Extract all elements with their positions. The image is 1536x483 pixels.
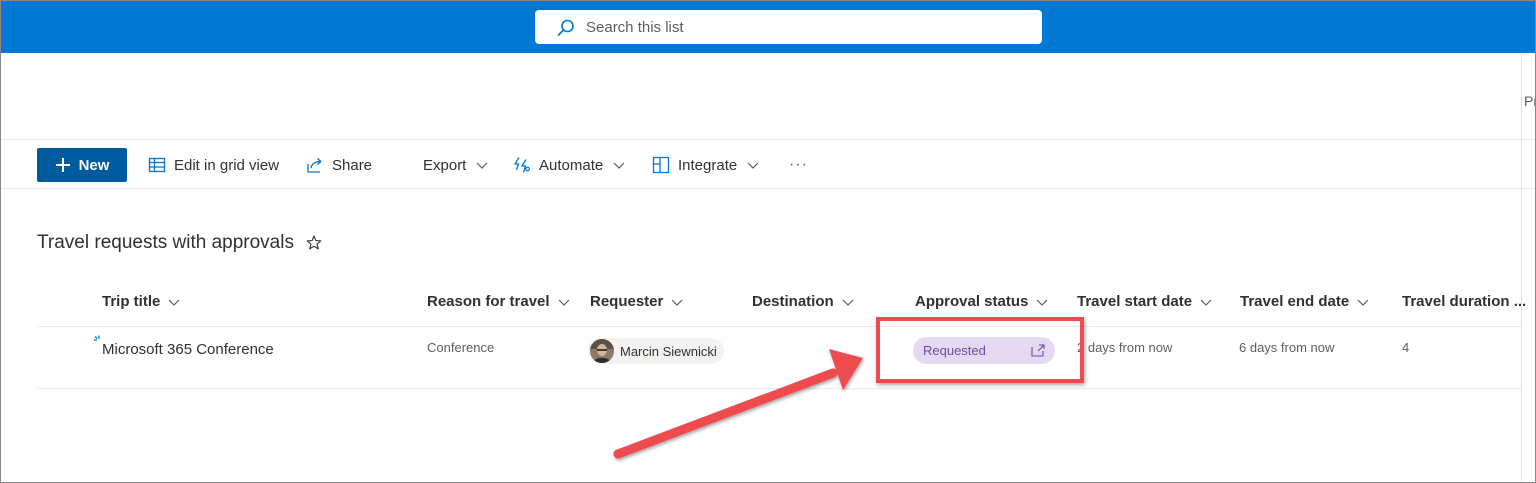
requester-name: Marcin Siewnicki: [620, 343, 717, 359]
search-input[interactable]: [586, 10, 1026, 44]
header-divider: [37, 326, 1521, 327]
column-header-duration[interactable]: Travel duration ...: [1402, 293, 1535, 310]
more-options-button[interactable]: ···: [789, 148, 808, 182]
column-header-start-date[interactable]: Travel start date: [1077, 293, 1212, 310]
column-header-end-date[interactable]: Travel end date: [1240, 293, 1369, 310]
chevron-down-icon: [613, 162, 625, 169]
chevron-down-icon: [1357, 299, 1369, 306]
column-header-label: Travel start date: [1077, 293, 1193, 310]
column-header-label: Approval status: [915, 293, 1029, 310]
column-header-label: Requester: [590, 293, 664, 310]
start-date-cell: 2 days from now: [1077, 340, 1173, 355]
new-button-label: New: [78, 156, 110, 174]
export-label: Export: [423, 156, 467, 174]
new-button[interactable]: New: [37, 148, 127, 182]
list-title-row: Travel requests with approvals: [37, 232, 322, 254]
chevron-down-icon: [168, 299, 180, 306]
export-menu-button[interactable]: Export: [423, 148, 488, 182]
share-label: Share: [332, 156, 373, 174]
search-box[interactable]: [535, 10, 1042, 44]
plus-icon: [55, 158, 70, 172]
app-window: Pr New Edit in grid view Share: [0, 0, 1536, 483]
column-header-requester[interactable]: Requester: [590, 293, 683, 310]
chevron-down-icon: [1200, 299, 1212, 306]
column-header-label: Travel duration ...: [1402, 293, 1527, 310]
header-cut-text: Pr: [1524, 93, 1535, 109]
more-options-label: ···: [789, 156, 808, 173]
trip-title-link[interactable]: Microsoft 365 Conference: [102, 341, 274, 358]
chevron-down-icon: [558, 299, 569, 306]
star-icon[interactable]: [306, 235, 322, 251]
integrate-icon: [652, 156, 670, 174]
column-header-label: Destination: [752, 293, 834, 310]
chevron-down-icon: [842, 299, 854, 306]
pane-divider: [1521, 53, 1522, 482]
automate-icon: [514, 157, 530, 173]
search-icon: [557, 19, 574, 36]
avatar: [590, 339, 614, 363]
column-header-label: Reason for travel: [427, 293, 550, 310]
list-title: Travel requests with approvals: [37, 232, 294, 253]
reason-cell: Conference: [427, 340, 495, 355]
share-button[interactable]: Share: [306, 148, 372, 182]
requester-persona[interactable]: Marcin Siewnicki: [588, 338, 724, 364]
command-bar: New Edit in grid view Share Export Autom…: [1, 141, 1535, 189]
duration-cell: 4: [1402, 340, 1410, 355]
column-header-trip-title[interactable]: Trip title: [102, 293, 180, 310]
edit-grid-view-button[interactable]: Edit in grid view: [148, 148, 279, 182]
grid-icon: [148, 157, 166, 173]
integrate-label: Integrate: [678, 156, 738, 174]
row-divider: [37, 388, 1521, 389]
column-header-label: Travel end date: [1240, 293, 1350, 310]
annotation-highlight-box: [876, 317, 1084, 383]
suite-bar: [1, 1, 1535, 53]
chevron-down-icon: [747, 162, 759, 169]
column-header-destination[interactable]: Destination: [752, 293, 854, 310]
column-header-reason[interactable]: Reason for travel: [427, 293, 570, 310]
integrate-menu-button[interactable]: Integrate: [652, 148, 759, 182]
column-header-label: Trip title: [102, 293, 161, 310]
chevron-down-icon: [476, 162, 488, 169]
automate-label: Automate: [539, 156, 604, 174]
column-header-approval-status[interactable]: Approval status: [915, 293, 1048, 310]
end-date-cell: 6 days from now: [1239, 340, 1335, 355]
share-icon: [307, 158, 322, 173]
chevron-down-icon: [1036, 299, 1048, 306]
automate-menu-button[interactable]: Automate: [513, 148, 625, 182]
edit-grid-view-label: Edit in grid view: [174, 156, 280, 174]
site-header: [1, 53, 1535, 140]
chevron-down-icon: [671, 299, 683, 306]
